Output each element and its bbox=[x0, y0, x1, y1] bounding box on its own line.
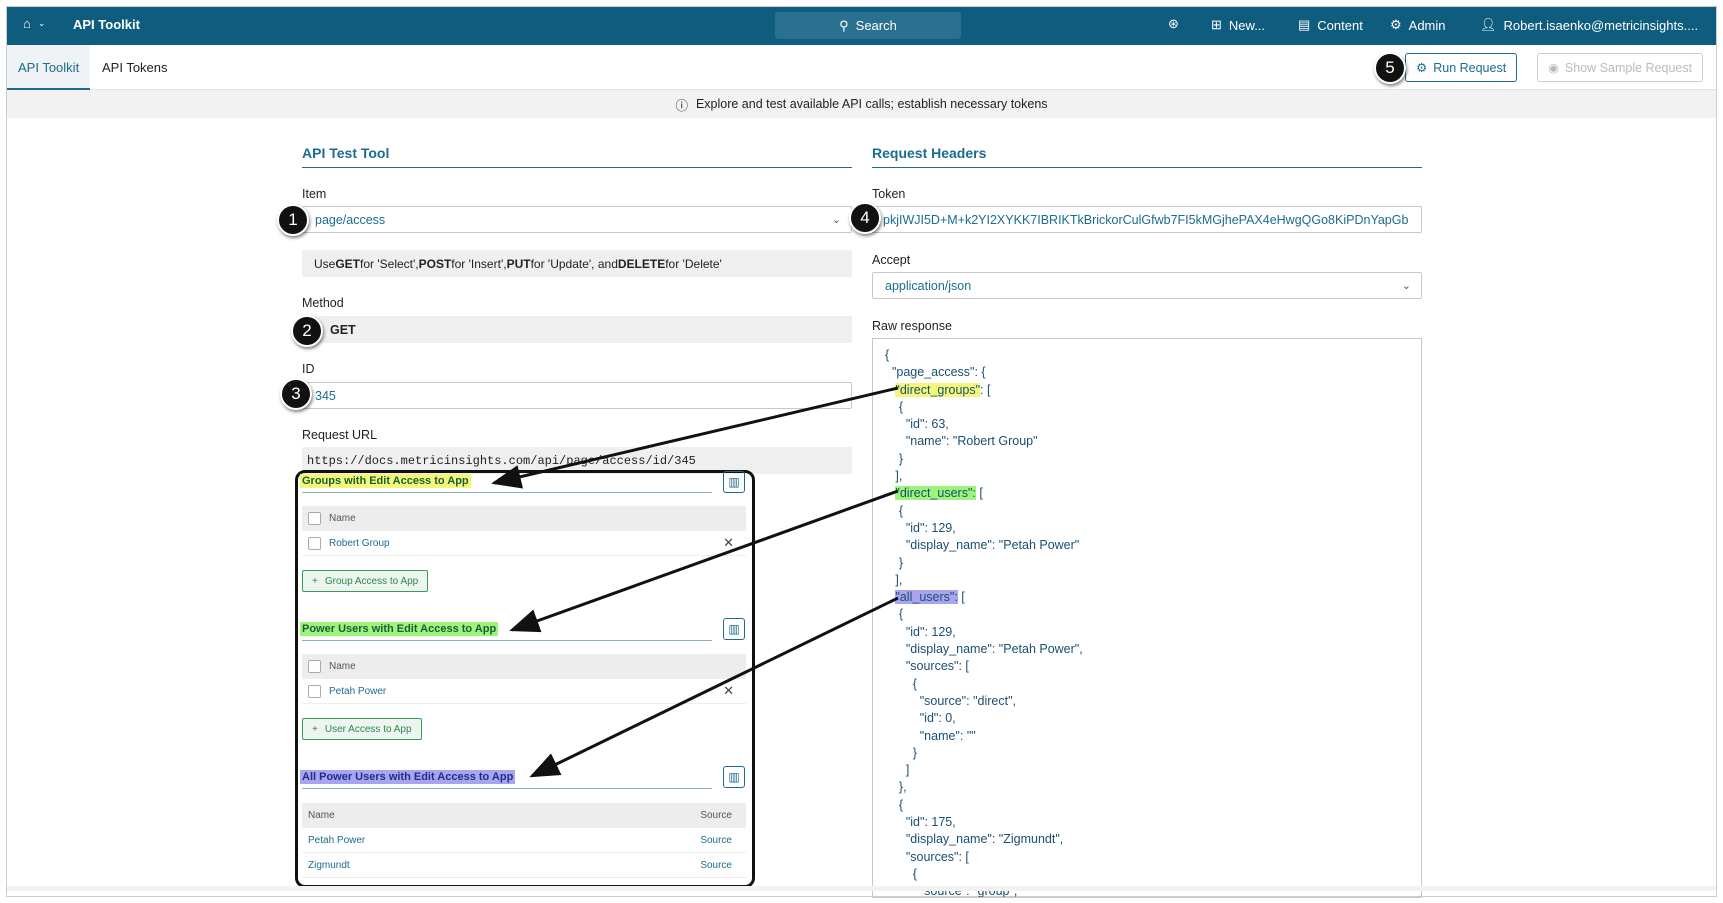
step-badge-5: 5 bbox=[1374, 52, 1406, 84]
step-badge-1: 1 bbox=[277, 204, 309, 236]
arrow-direct-users bbox=[509, 489, 899, 633]
annotation-arrows bbox=[491, 386, 899, 778]
step-badge-2: 2 bbox=[291, 315, 323, 347]
step-badge-4: 4 bbox=[849, 202, 881, 234]
arrow-all-users bbox=[529, 596, 899, 778]
horizontal-scrollbar[interactable] bbox=[7, 886, 1716, 891]
step-badge-3: 3 bbox=[280, 378, 312, 410]
arrow-direct-groups bbox=[491, 386, 899, 489]
